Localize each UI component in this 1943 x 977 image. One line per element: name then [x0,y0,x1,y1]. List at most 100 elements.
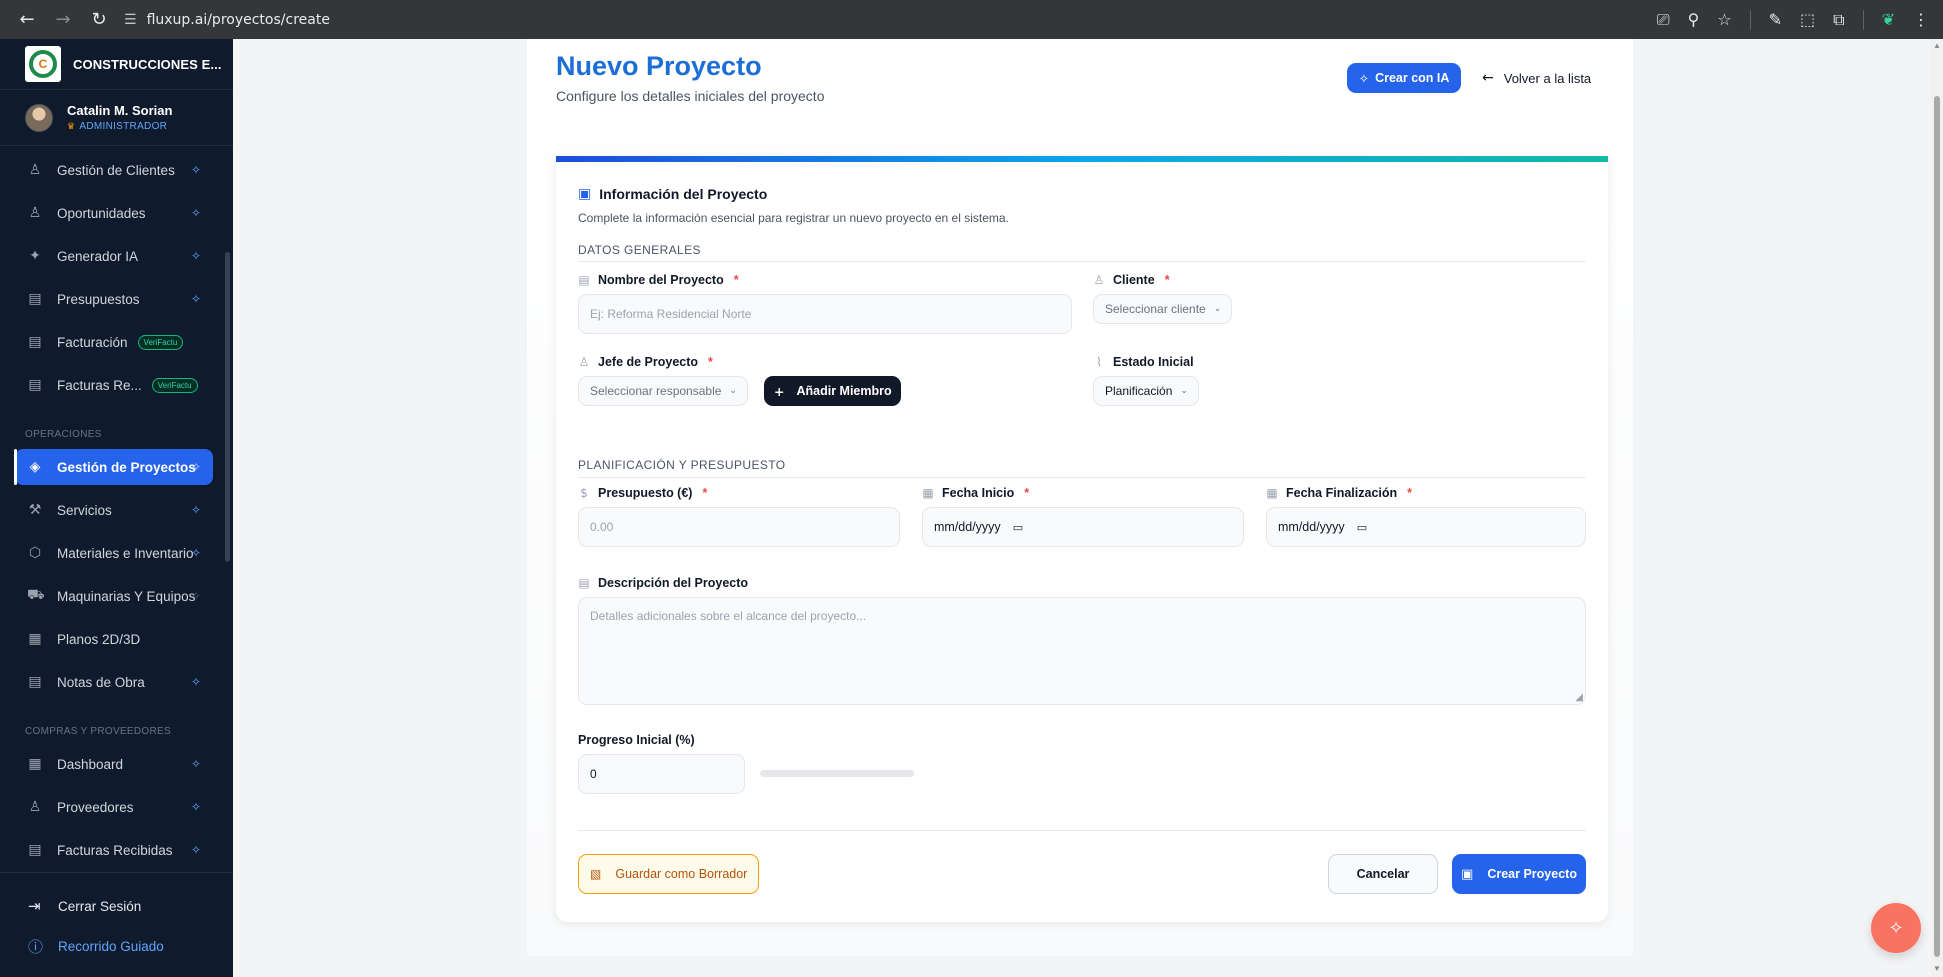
sidebar-item-generador-ia[interactable]: ✦ Generador IA ✧ [15,238,213,274]
sidebar-item-presupuestos[interactable]: ▤ Presupuestos ✧ [15,281,213,317]
zoom-icon[interactable]: ⚲ [1688,10,1700,29]
calendar-icon: ▦ [922,486,934,500]
extension-icon[interactable]: ✎ [1769,10,1782,29]
sparkle-icon: ✧ [190,163,201,177]
install-icon[interactable]: ⎚ [1657,10,1670,30]
active-indicator [14,449,17,485]
page-scrollbar[interactable]: ▲ ▼ [1931,39,1943,977]
page-subtitle: Configure los detalles iniciales del pro… [556,88,825,104]
sidebar-item-planos[interactable]: ▦ Planos 2D/3D [15,621,213,657]
progress-input[interactable]: 0 [578,754,745,794]
status-select[interactable]: Planificación ⌄ [1093,376,1199,406]
company-logo: C [25,46,61,82]
browser-toolbar: ← → ↻ ☰ fluxup.ai/proyectos/create ⎚ ⚲ ☆… [0,0,1943,39]
end-date-input[interactable]: mm/dd/yyyy ▭ [1266,507,1586,547]
sidebar-item-materiales[interactable]: ⬡ Materiales e Inventario ✧ [15,535,213,571]
section-datos-generales: DATOS GENERALES [578,243,701,257]
users-icon: ♙ [28,205,42,221]
sidebar-item-clientes[interactable]: ♙ Gestión de Clientes ✧ [15,152,213,188]
sidebar-item-notas-obra[interactable]: ▤ Notas de Obra ✧ [15,664,213,700]
cancel-button[interactable]: Cancelar [1328,854,1438,894]
logout-button[interactable]: ⇥ Cerrar Sesión [28,897,141,915]
required-asterisk: * [708,355,713,369]
sidebar-item-maquinarias[interactable]: ⛟ Maquinarias Y Equipos ✧ [15,578,213,614]
user-profile[interactable]: Catalin M. Sorian ♛ ADMINISTRADOR [0,90,233,146]
feather-icon[interactable]: ❦ [1882,10,1895,29]
cancel-label: Cancelar [1356,867,1410,881]
status-label-text: Estado Inicial [1113,355,1194,369]
address-bar[interactable]: ☰ fluxup.ai/proyectos/create [124,12,330,28]
project-name-input[interactable]: Ej: Reforma Residencial Norte [578,294,1072,334]
sidebar-item-facturacion[interactable]: ▤ Facturación VeriFactu [15,324,213,360]
resize-handle-icon[interactable]: ◢ [1575,692,1583,703]
back-icon[interactable]: ← [16,9,38,30]
sidebar-scrollbar[interactable] [225,252,230,562]
budget-label: $ Presupuesto (€) * [578,486,707,500]
sidebar-item-label: Oportunidades [57,205,146,221]
sidebar-item-label: Maquinarias Y Equipos [57,588,196,604]
main-content: Nuevo Proyecto Configure los detalles in… [233,39,1933,977]
back-to-list-link[interactable]: ← Volver a la lista [1482,63,1591,93]
invoice-icon: ▤ [28,377,42,393]
required-asterisk: * [1024,486,1030,500]
guided-tour-button[interactable]: ⓘ Recorrido Guiado [28,936,164,957]
card-description: Complete la información esencial para re… [578,211,1009,225]
ai-assistant-fab[interactable]: ✧ [1871,903,1921,953]
menu-icon[interactable]: ⋮ [1913,10,1929,29]
required-asterisk: * [702,486,708,500]
section-operaciones: OPERACIONES [25,429,102,440]
add-member-button[interactable]: + Añadir Miembro [764,376,901,406]
scroll-up-icon[interactable]: ▲ [1933,41,1941,50]
sidebar-item-label: Presupuestos [57,291,140,307]
file-save-icon: ▧ [590,867,602,881]
create-project-label: Crear Proyecto [1487,867,1577,881]
arrow-left-icon: ← [1482,70,1494,86]
calendar-picker-icon[interactable]: ▭ [1357,521,1367,534]
sidebar-item-servicios[interactable]: ⚒ Servicios ✧ [15,492,213,528]
project-name-placeholder: Ej: Reforma Residencial Norte [590,307,752,321]
page-scrollbar-thumb[interactable] [1934,96,1940,957]
section-planificacion: PLANIFICACIÓN Y PRESUPUESTO [578,458,786,472]
sidebar-item-facturas-recibidas[interactable]: ▤ Facturas Recibidas ✧ [15,832,213,868]
page-title: Nuevo Proyecto [556,51,762,81]
description-textarea[interactable]: Detalles adicionales sobre el alcance de… [578,597,1586,705]
client-select[interactable]: Seleccionar cliente ⌄ [1093,294,1233,324]
sidebar-item-facturas-re[interactable]: ▤ Facturas Re... VeriFactu [15,367,213,403]
document-icon: ▤ [578,273,590,287]
sidebar-item-oportunidades[interactable]: ♙ Oportunidades ✧ [15,195,213,231]
scroll-down-icon[interactable]: ▼ [1933,964,1941,973]
forward-icon[interactable]: → [52,9,74,30]
sidebar-item-label: Facturación [57,334,128,350]
manager-label-text: Jefe de Proyecto [598,355,699,369]
reload-icon[interactable]: ↻ [88,9,110,30]
screenshot-icon[interactable]: ⬚ [1800,10,1815,29]
sidebar-item-label: Materiales e Inventario [57,545,194,561]
sidebar-item-dashboard[interactable]: ▦ Dashboard ✧ [15,746,213,782]
calendar-picker-icon[interactable]: ▭ [1013,521,1023,534]
notes-icon: ▤ [28,674,42,690]
guided-tour-label: Recorrido Guiado [58,939,164,954]
project-name-label: ▤ Nombre del Proyecto * [578,273,738,287]
manager-select[interactable]: Seleccionar responsable ⌄ [578,376,748,406]
sparkle-icon: ✧ [190,546,201,560]
save-draft-button[interactable]: ▧ Guardar como Borrador [578,854,760,894]
sidebar-item-proveedores[interactable]: ♙ Proveedores ✧ [15,789,213,825]
bookmark-star-icon[interactable]: ☆ [1717,10,1731,29]
card-title-text: Información del Proyecto [599,186,768,202]
extensions-icon[interactable]: ⧉ [1833,10,1844,30]
status-select-value: Planificación [1105,384,1173,398]
create-with-ai-button[interactable]: ✧ Crear con IA [1347,63,1461,93]
budget-input[interactable]: 0.00 [578,507,900,547]
sidebar-item-label: Proveedores [57,799,134,815]
site-settings-icon[interactable]: ☰ [124,12,137,28]
sidebar-item-label: Planos 2D/3D [57,631,141,647]
manager-label: ♙ Jefe de Proyecto * [578,355,713,369]
project-form-card: ▣ Información del Proyecto Complete la i… [556,156,1608,922]
sidebar-item-label: Gestión de Clientes [57,162,175,178]
brand[interactable]: C CONSTRUCCIONES E... [0,39,233,90]
sidebar-footer: ⇥ Cerrar Sesión ⓘ Recorrido Guiado [0,872,233,977]
sidebar-item-gestion-proyectos[interactable]: ◈ Gestión de Proyectos ✧ [15,449,213,485]
logout-label: Cerrar Sesión [58,898,142,914]
create-project-button[interactable]: ▣ Crear Proyecto [1452,854,1586,894]
start-date-input[interactable]: mm/dd/yyyy ▭ [922,507,1244,547]
